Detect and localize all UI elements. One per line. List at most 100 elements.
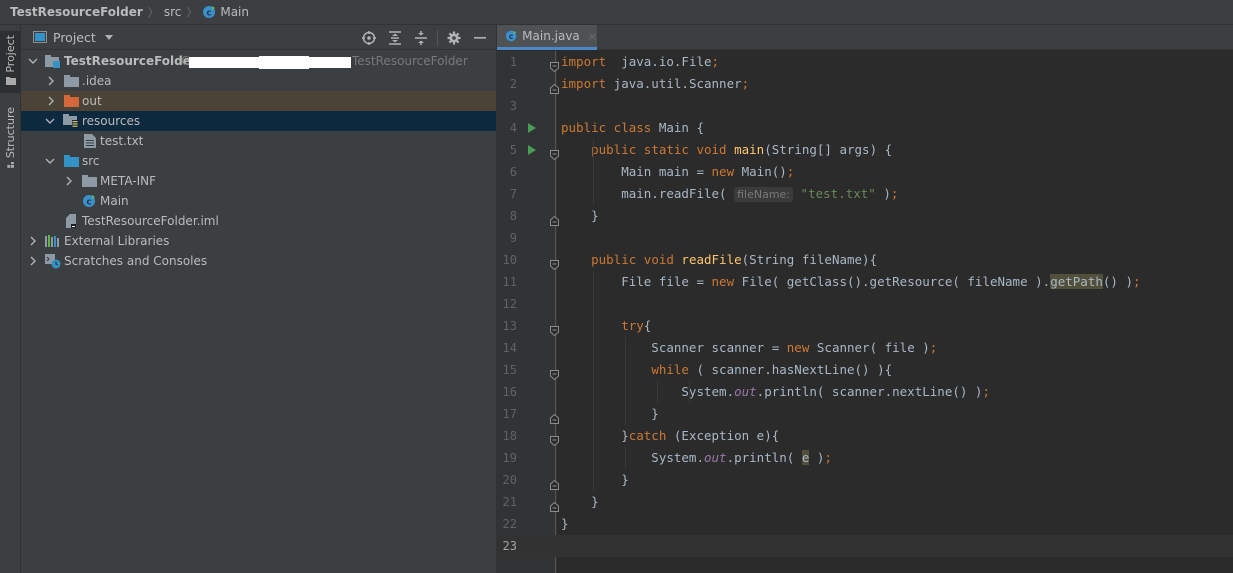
svg-text:c: c bbox=[207, 9, 212, 19]
tab-main-java[interactable]: c Main.java × bbox=[497, 25, 597, 50]
fold-icon[interactable] bbox=[550, 255, 559, 271]
code-area[interactable]: 1 import java.io.File; 2 import java.util.S… bbox=[497, 51, 1233, 573]
code-text: main.readFile( fileName: "test.txt" ); bbox=[561, 186, 899, 202]
code-line[interactable]: 22} bbox=[497, 513, 1233, 535]
tree-item-resources[interactable]: resources bbox=[21, 111, 496, 131]
code-line[interactable]: 6 Main main = new Main(); bbox=[497, 161, 1233, 183]
fold-icon[interactable] bbox=[550, 145, 559, 161]
code-line[interactable]: 21 } bbox=[497, 491, 1233, 513]
fold-icon[interactable] bbox=[550, 79, 559, 94]
project-view-selector[interactable]: Project bbox=[53, 30, 96, 45]
run-icon[interactable] bbox=[528, 123, 536, 133]
code-line[interactable]: 7 main.readFile( fileName: "test.txt" ); bbox=[497, 183, 1233, 205]
code-line[interactable]: 2 import java.util.Scanner; bbox=[497, 73, 1233, 95]
breadcrumb-project[interactable]: TestResourceFolder bbox=[10, 5, 143, 19]
tool-tab-project-label: Project bbox=[4, 35, 17, 73]
fold-icon[interactable] bbox=[550, 365, 559, 381]
fold-icon[interactable] bbox=[550, 321, 559, 337]
gear-icon[interactable] bbox=[444, 28, 464, 48]
line-number: 22 bbox=[502, 517, 517, 531]
code-line[interactable]: 17 } bbox=[497, 403, 1233, 425]
tool-tab-structure[interactable]: Structure bbox=[0, 103, 21, 173]
code-line[interactable]: 18 }catch (Exception e){ bbox=[497, 425, 1233, 447]
code-line[interactable]: 12 bbox=[497, 293, 1233, 315]
code-text: System.out.println( e ); bbox=[561, 450, 832, 465]
redacted-path bbox=[306, 57, 351, 68]
redacted-path bbox=[189, 57, 269, 68]
code-line[interactable]: 5 public static void main(String[] args)… bbox=[497, 139, 1233, 161]
tree-item-project-root[interactable]: TestResourceFolder C TestResourceFolder bbox=[21, 51, 496, 71]
code-line[interactable]: 19 System.out.println( e ); bbox=[497, 447, 1233, 469]
tree-item-label: resources bbox=[82, 114, 141, 128]
code-line[interactable]: 11 File file = new File( getClass().getR… bbox=[497, 271, 1233, 293]
chevron-right-icon[interactable] bbox=[64, 176, 74, 186]
hide-icon[interactable] bbox=[470, 28, 490, 48]
fold-icon[interactable] bbox=[550, 431, 559, 447]
redacted-path bbox=[259, 56, 309, 69]
indent-guide bbox=[593, 271, 594, 491]
fold-icon[interactable] bbox=[550, 497, 559, 512]
breadcrumb-src[interactable]: src bbox=[164, 5, 182, 19]
tree-item-src[interactable]: src bbox=[21, 151, 496, 171]
tab-label: Main.java bbox=[522, 29, 580, 43]
line-number: 1 bbox=[509, 55, 517, 69]
chevron-down-icon[interactable] bbox=[45, 116, 55, 126]
line-number: 3 bbox=[509, 99, 517, 113]
tree-item-main[interactable]: c Main bbox=[21, 191, 496, 211]
svg-text:c: c bbox=[509, 32, 514, 41]
chevron-down-icon[interactable] bbox=[45, 156, 55, 166]
tree-item-meta-inf[interactable]: META-INF bbox=[21, 171, 496, 191]
tree-item-scratches[interactable]: Scratches and Consoles bbox=[21, 251, 496, 271]
line-number: 10 bbox=[502, 253, 517, 267]
code-line[interactable]: 16 System.out.println( scanner.nextLine(… bbox=[497, 381, 1233, 403]
code-text: } bbox=[561, 208, 599, 223]
code-text: Main main = new Main(); bbox=[561, 164, 795, 179]
iml-file-icon bbox=[64, 213, 80, 229]
fold-icon[interactable] bbox=[550, 211, 559, 226]
code-text: File file = new File( getClass().getReso… bbox=[561, 274, 1141, 289]
tool-tab-project[interactable]: Project bbox=[0, 31, 21, 93]
tree-item-test-txt[interactable]: test.txt bbox=[21, 131, 496, 151]
code-line[interactable]: 8 } bbox=[497, 205, 1233, 227]
code-line[interactable]: 1 import java.io.File; bbox=[497, 51, 1233, 73]
fold-icon[interactable] bbox=[550, 57, 559, 73]
code-line[interactable]: 23 bbox=[497, 535, 1233, 557]
code-line[interactable]: 9 bbox=[497, 227, 1233, 249]
line-number: 13 bbox=[502, 319, 517, 333]
parameter-hint: fileName: bbox=[734, 187, 794, 202]
chevron-down-icon[interactable] bbox=[104, 34, 113, 40]
code-line[interactable]: 4 public class Main { bbox=[497, 117, 1233, 139]
tree-item-idea[interactable]: .idea bbox=[21, 71, 496, 91]
chevron-right-icon[interactable] bbox=[28, 256, 38, 266]
folder-icon bbox=[81, 173, 97, 189]
java-class-icon: c bbox=[505, 30, 517, 42]
chevron-right-icon[interactable] bbox=[46, 76, 56, 86]
tree-item-path-suffix: TestResourceFolder bbox=[352, 54, 468, 68]
line-number: 18 bbox=[502, 429, 517, 443]
code-text: import java.io.File; bbox=[561, 54, 720, 69]
tree-item-iml[interactable]: TestResourceFolder.iml bbox=[21, 211, 496, 231]
tree-item-out[interactable]: out bbox=[21, 91, 496, 111]
close-icon[interactable]: × bbox=[588, 30, 597, 43]
tree-item-external-libraries[interactable]: External Libraries bbox=[21, 231, 496, 251]
chevron-down-icon[interactable] bbox=[28, 56, 38, 66]
breadcrumb-separator: 〉 bbox=[186, 6, 198, 19]
code-line[interactable]: 20 } bbox=[497, 469, 1233, 491]
chevron-right-icon[interactable] bbox=[28, 236, 38, 246]
indent-guide bbox=[625, 337, 626, 425]
breadcrumb-main[interactable]: c Main bbox=[202, 5, 249, 19]
code-line[interactable]: 3 bbox=[497, 95, 1233, 117]
navigation-bar: TestResourceFolder 〉 src 〉 c Main bbox=[0, 0, 1233, 25]
code-line[interactable]: 10 public void readFile(String fileName)… bbox=[497, 249, 1233, 271]
expand-all-icon[interactable] bbox=[385, 28, 405, 48]
fold-icon[interactable] bbox=[550, 475, 559, 490]
locate-icon[interactable] bbox=[359, 28, 379, 48]
run-icon[interactable] bbox=[528, 145, 536, 155]
code-line[interactable]: 15 while ( scanner.hasNextLine() ){ bbox=[497, 359, 1233, 381]
collapse-all-icon[interactable] bbox=[411, 28, 431, 48]
chevron-right-icon[interactable] bbox=[46, 96, 56, 106]
code-line[interactable]: 14 Scanner scanner = new Scanner( file )… bbox=[497, 337, 1233, 359]
code-line[interactable]: 13 try{ bbox=[497, 315, 1233, 337]
scratches-icon bbox=[45, 253, 61, 269]
fold-icon[interactable] bbox=[550, 409, 559, 424]
